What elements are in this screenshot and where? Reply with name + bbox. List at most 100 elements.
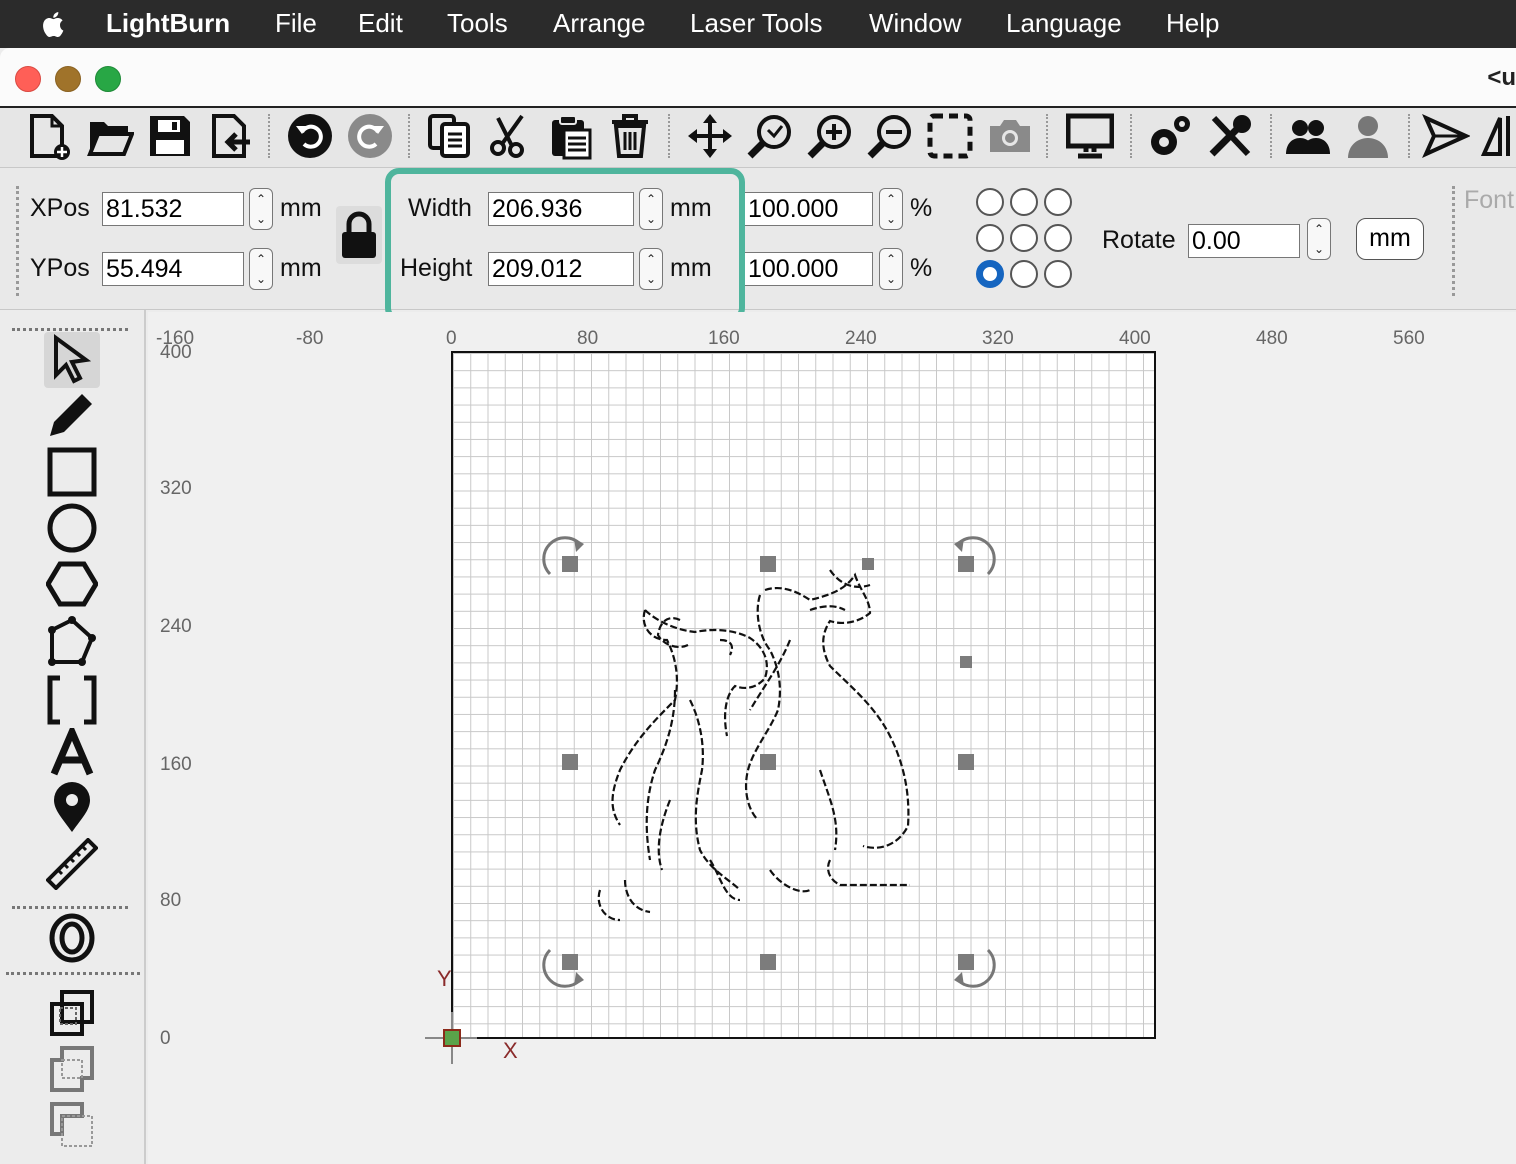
anchor-top-center[interactable] [1010,188,1038,216]
anchor-middle-right[interactable] [1044,224,1072,252]
union-icon[interactable] [44,1042,100,1098]
xpos-input[interactable]: 81.532 [102,192,244,226]
skew-handle[interactable] [960,656,972,668]
toolbar-separator [408,114,410,158]
menu-language[interactable]: Language [1006,8,1122,39]
resize-handle[interactable] [958,954,974,970]
import-icon[interactable] [204,108,256,164]
zoom-in-icon[interactable] [804,108,856,164]
scale-x-stepper[interactable]: ⌃ ⌄ [879,188,903,230]
menu-file[interactable]: File [275,8,317,39]
resize-handle[interactable] [958,754,974,770]
zoom-selection-icon[interactable] [744,108,796,164]
redo-icon[interactable] [344,108,396,164]
text-icon[interactable] [44,726,100,782]
camera-icon[interactable] [984,108,1036,164]
rectangle-icon[interactable] [44,444,100,500]
delete-icon[interactable] [604,108,656,164]
rotate-input[interactable]: 0.00 [1188,224,1300,258]
send-icon[interactable] [1420,108,1472,164]
frame-icon[interactable] [44,672,100,728]
center-handle[interactable] [760,754,776,770]
ypos-label: YPos [30,254,90,282]
resize-handle[interactable] [562,954,578,970]
offset-icon[interactable] [44,910,100,966]
window-title: <u [1487,64,1516,91]
user-icon[interactable] [1342,108,1394,164]
menu-help[interactable]: Help [1166,8,1219,39]
weld-icon[interactable] [44,986,100,1042]
new-file-icon[interactable] [22,108,74,164]
polyline-icon[interactable] [44,614,100,670]
anchor-bottom-right[interactable] [1044,260,1072,288]
resize-handle[interactable] [562,754,578,770]
apple-icon[interactable] [38,8,70,40]
anchor-middle-left[interactable] [976,224,1004,252]
anchor-center[interactable] [1010,224,1038,252]
skew-handle[interactable] [862,558,874,570]
resize-handle[interactable] [562,556,578,572]
menu-window[interactable]: Window [869,8,961,39]
menu-app-name[interactable]: LightBurn [106,8,230,39]
minimize-window-button[interactable] [55,66,81,92]
resize-handle[interactable] [760,954,776,970]
anchor-top-left[interactable] [976,188,1004,216]
xpos-stepper[interactable]: ⌃ ⌄ [249,188,273,230]
lock-aspect-icon[interactable] [336,206,382,264]
menu-tools[interactable]: Tools [447,8,508,39]
tools-icon[interactable] [1204,108,1256,164]
units-toggle-button[interactable]: mm [1356,218,1424,260]
undo-icon[interactable] [284,108,336,164]
scale-x-input[interactable]: 100.000 [745,192,873,226]
ypos-unit: mm [280,254,322,282]
polygon-icon[interactable] [44,556,100,612]
select-frame-icon[interactable] [924,108,976,164]
ruler-y-tick: 80 [160,890,182,911]
ypos-input[interactable]: 55.494 [102,252,244,286]
maximize-window-button[interactable] [95,66,121,92]
scale-x-percent: % [910,194,933,222]
settings-icon[interactable] [1144,108,1196,164]
toolbar-separator [268,114,270,158]
toolbar-grip [1452,186,1455,296]
save-icon[interactable] [144,108,196,164]
toolbar-separator [1270,114,1272,158]
monitor-icon[interactable] [1064,108,1116,164]
resize-handle[interactable] [958,556,974,572]
zoom-out-icon[interactable] [864,108,916,164]
menu-arrange[interactable]: Arrange [553,8,646,39]
ruler-x-tick: 80 [577,328,599,349]
subtract-icon[interactable] [44,1098,100,1154]
rotate-stepper[interactable]: ⌃ ⌄ [1307,218,1331,260]
copy-icon[interactable] [424,108,476,164]
measure-icon[interactable] [44,836,100,892]
anchor-bottom-center[interactable] [1010,260,1038,288]
scale-y-stepper[interactable]: ⌃ ⌄ [879,248,903,290]
menu-laser-tools[interactable]: Laser Tools [690,8,823,39]
ellipse-icon[interactable] [44,500,100,556]
paste-icon[interactable] [544,108,596,164]
ruler-x-tick: 240 [845,328,877,349]
ruler-y-tick: 240 [160,616,192,637]
ruler-x-tick: -80 [296,328,324,349]
window-titlebar [0,48,1516,106]
anchor-top-right[interactable] [1044,188,1072,216]
resize-handle[interactable] [760,556,776,572]
origin-marker [443,1029,461,1047]
mirror-icon[interactable] [1476,108,1516,164]
ruler-y-tick: 0 [160,1028,171,1049]
open-folder-icon[interactable] [84,108,136,164]
ruler-x-tick: 0 [446,328,457,349]
position-icon[interactable] [44,780,100,836]
cut-icon[interactable] [484,108,536,164]
menu-edit[interactable]: Edit [358,8,403,39]
users-icon[interactable] [1282,108,1334,164]
select-icon[interactable] [44,332,100,388]
close-window-button[interactable] [15,66,41,92]
pencil-icon[interactable] [44,388,100,444]
ruler-x-tick: 160 [708,328,740,349]
ypos-stepper[interactable]: ⌃ ⌄ [249,248,273,290]
anchor-bottom-left[interactable] [976,260,1004,288]
scale-y-input[interactable]: 100.000 [745,252,873,286]
move-icon[interactable] [684,108,736,164]
